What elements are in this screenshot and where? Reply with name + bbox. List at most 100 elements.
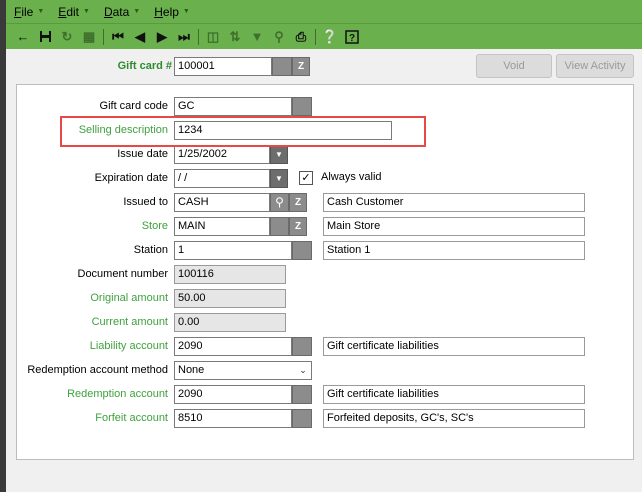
- row-gift-card-code: Gift card code GC: [17, 97, 635, 117]
- first-record-icon[interactable]: ⏮: [109, 28, 127, 46]
- row-store: Store MAIN Z Main Store: [17, 217, 635, 237]
- row-forfeit-account: Forfeit account 8510 Forfeited deposits,…: [17, 409, 635, 429]
- station-lookup-button[interactable]: [292, 241, 312, 260]
- menu-help-label: elp: [162, 4, 179, 19]
- gift-card-number-input[interactable]: 100001: [174, 57, 272, 76]
- row-redemption-method: Redemption account method None ⌄: [17, 361, 635, 381]
- liability-account-input[interactable]: 2090: [174, 337, 292, 356]
- filter-icon[interactable]: ▼: [248, 28, 266, 46]
- gift-card-code-input[interactable]: GC: [174, 97, 292, 116]
- selling-description-input[interactable]: 1234: [174, 121, 392, 140]
- issue-date-dropdown-icon[interactable]: ▼: [270, 145, 288, 164]
- back-arrow-icon[interactable]: ←: [14, 28, 32, 46]
- row-original-amount: Original amount 50.00: [17, 289, 635, 309]
- menu-data[interactable]: Data ▼: [104, 5, 140, 19]
- current-amount-field: 0.00: [174, 313, 286, 332]
- menu-edit[interactable]: Edit ▼: [58, 5, 90, 19]
- last-record-icon[interactable]: ⏭: [175, 28, 193, 46]
- document-number-field: 100116: [174, 265, 286, 284]
- redemption-account-description: Gift certificate liabilities: [323, 385, 585, 404]
- liability-account-lookup-button[interactable]: [292, 337, 312, 356]
- help-icon[interactable]: ❔: [321, 28, 339, 46]
- original-amount-label: Original amount: [90, 292, 168, 304]
- toolbar: ← ↻ ▦ ⏮ ◀ ▶ ⏭ ◫ ⇅ ▼ ⚲ ⎙ ❔ ?: [6, 24, 642, 49]
- store-lookup-button[interactable]: [270, 217, 289, 236]
- always-valid-checkbox[interactable]: ✓: [299, 171, 313, 185]
- menu-edit-key: E: [58, 4, 67, 19]
- always-valid-label: Always valid: [321, 171, 382, 183]
- chevron-down-icon: ⌄: [299, 365, 307, 375]
- issue-date-label: Issue date: [117, 148, 168, 160]
- document-number-label: Document number: [77, 268, 169, 280]
- zoom-icon[interactable]: Z: [292, 57, 310, 76]
- sort-icon[interactable]: ⇅: [226, 28, 244, 46]
- gift-card-code-label: Gift card code: [99, 100, 168, 112]
- chevron-down-icon: ▼: [133, 8, 141, 15]
- station-description: Station 1: [323, 241, 585, 260]
- grid-icon[interactable]: ▦: [80, 28, 98, 46]
- redemption-account-label: Redemption account: [67, 388, 168, 400]
- menu-data-label: ata: [112, 4, 130, 19]
- chevron-down-icon: ▼: [37, 8, 45, 15]
- previous-record-icon[interactable]: ◀: [131, 28, 149, 46]
- forfeit-account-description: Forfeited deposits, GC's, SC's: [323, 409, 585, 428]
- row-liability-account: Liability account 2090 Gift certificate …: [17, 337, 635, 357]
- redemption-account-input[interactable]: 2090: [174, 385, 292, 404]
- record-header: Gift card # 100001 Z Void View Activity: [6, 52, 642, 82]
- menu-help[interactable]: Help ▼: [154, 5, 190, 19]
- chevron-down-icon: ▼: [83, 8, 90, 15]
- issued-to-description: Cash Customer: [323, 193, 585, 212]
- station-input[interactable]: 1: [174, 241, 292, 260]
- store-label: Store: [141, 220, 168, 232]
- toolbar-separator: [103, 28, 104, 45]
- station-label: Station: [133, 244, 168, 256]
- forfeit-account-lookup-button[interactable]: [292, 409, 312, 428]
- zoom-icon[interactable]: Z: [289, 217, 307, 236]
- store-description: Main Store: [323, 217, 585, 236]
- issue-date-input[interactable]: 1/25/2002: [174, 145, 270, 164]
- row-selling-description: Selling description 1234: [17, 121, 635, 141]
- row-document-number: Document number 100116: [17, 265, 635, 285]
- gift-card-code-lookup-button[interactable]: [292, 97, 312, 116]
- menu-file[interactable]: File ▼: [14, 5, 44, 19]
- toolbar-separator: [315, 28, 316, 45]
- store-input[interactable]: MAIN: [174, 217, 270, 236]
- gift-card-lookup-button[interactable]: [272, 57, 292, 76]
- forfeit-account-input[interactable]: 8510: [174, 409, 292, 428]
- next-record-icon[interactable]: ▶: [153, 28, 171, 46]
- issued-to-input[interactable]: CASH: [174, 193, 270, 212]
- redemption-method-label: Redemption account method: [27, 364, 168, 376]
- issued-to-label: Issued to: [123, 196, 168, 208]
- menu-help-key: H: [154, 4, 163, 19]
- redemption-method-select[interactable]: None ⌄: [174, 361, 312, 380]
- expiration-date-dropdown-icon[interactable]: ▼: [270, 169, 288, 188]
- expiration-date-input[interactable]: / /: [174, 169, 270, 188]
- row-current-amount: Current amount 0.00: [17, 313, 635, 333]
- row-issue-date: Issue date 1/25/2002 ▼: [17, 145, 635, 165]
- search-icon[interactable]: ⚲: [270, 28, 288, 46]
- menu-data-key: D: [103, 4, 113, 19]
- chevron-down-icon: ▼: [182, 8, 190, 15]
- menu-edit-label: dit: [66, 4, 79, 19]
- menu-file-label: ile: [21, 4, 34, 19]
- selling-description-label: Selling description: [78, 124, 168, 136]
- zoom-icon[interactable]: Z: [289, 193, 307, 212]
- menu-file-key: F: [14, 4, 22, 19]
- row-redemption-account: Redemption account 2090 Gift certificate…: [17, 385, 635, 405]
- print-icon[interactable]: ⎙: [292, 28, 310, 46]
- refresh-icon[interactable]: ↻: [58, 28, 76, 46]
- void-button[interactable]: Void: [476, 54, 552, 78]
- expiration-date-label: Expiration date: [94, 172, 168, 184]
- save-icon[interactable]: [36, 28, 54, 46]
- current-amount-label: Current amount: [91, 316, 168, 328]
- forfeit-account-label: Forfeit account: [95, 412, 168, 424]
- gift-card-number-label: Gift card #: [117, 60, 172, 72]
- row-issued-to: Issued to CASH ⚲ Z Cash Customer: [17, 193, 635, 213]
- view-activity-button[interactable]: View Activity: [556, 54, 634, 78]
- gift-card-window: File ▼ Edit ▼ Data ▼ Help ▼ ← ↻ ▦ ⏮ ◀ ▶ ⏭ ◫ …: [6, 0, 642, 492]
- liability-account-description: Gift certificate liabilities: [323, 337, 585, 356]
- search-icon[interactable]: ⚲: [270, 193, 289, 212]
- redemption-account-lookup-button[interactable]: [292, 385, 312, 404]
- columns-icon[interactable]: ◫: [204, 28, 222, 46]
- info-icon[interactable]: ?: [343, 28, 361, 46]
